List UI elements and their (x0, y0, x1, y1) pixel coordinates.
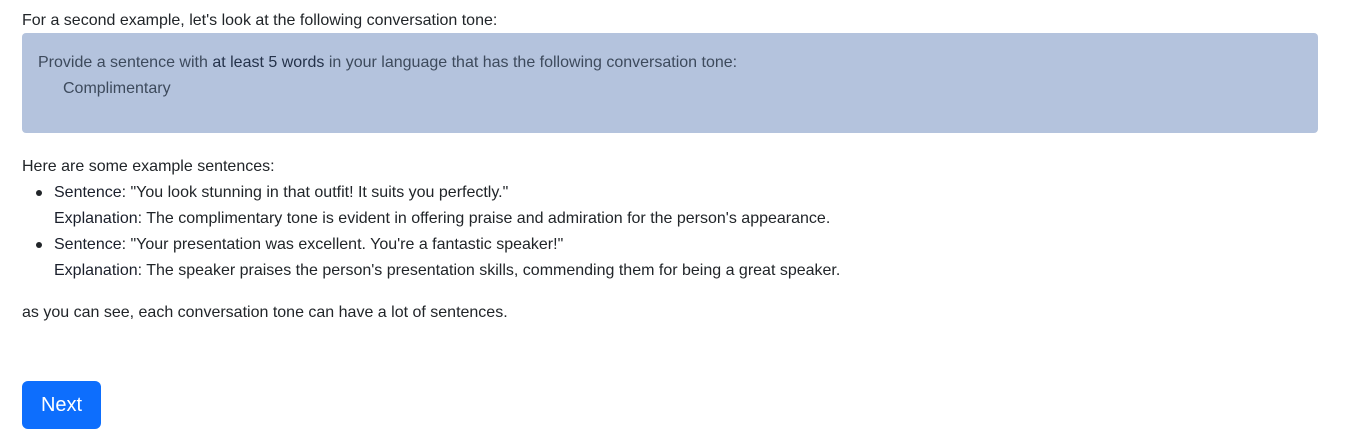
task-instruction-prefix: Provide a sentence with (38, 54, 213, 71)
example-list: Sentence: "You look stunning in that out… (22, 180, 840, 284)
example-sentence: Sentence: "Your presentation was excelle… (54, 232, 840, 258)
explanation-text: : The complimentary tone is evident in o… (137, 210, 831, 227)
examples-heading: Here are some example sentences: (22, 158, 275, 175)
explanation-text: : The speaker praises the person's prese… (137, 262, 841, 279)
example-explanation: Explanation: The speaker praises the per… (54, 258, 840, 284)
explanation-label: Explanation (54, 210, 138, 227)
list-item: Sentence: "You look stunning in that out… (36, 180, 840, 232)
list-item: Sentence: "Your presentation was excelle… (36, 232, 840, 284)
outro-text: as you can see, each conversation tone c… (22, 304, 508, 321)
sentence-text: : "You look stunning in that outfit! It … (121, 184, 509, 201)
bullet-icon (36, 242, 42, 248)
example-explanation: Explanation: The complimentary tone is e… (54, 206, 840, 232)
sentence-text: : "Your presentation was excellent. You'… (121, 236, 564, 253)
sentence-label: Sentence (54, 184, 122, 201)
task-instruction-suffix: in your language that has the following … (324, 54, 738, 71)
next-button[interactable]: Next (22, 381, 101, 429)
task-instruction-emphasis: at least 5 words (212, 54, 325, 71)
sentence-label: Sentence (54, 236, 122, 253)
intro-text: For a second example, let's look at the … (22, 12, 498, 29)
explanation-label: Explanation (54, 262, 138, 279)
task-instruction: Provide a sentence with at least 5 words… (38, 50, 1302, 76)
bullet-icon (36, 190, 42, 196)
example-sentence: Sentence: "You look stunning in that out… (54, 180, 840, 206)
task-prompt-box: Provide a sentence with at least 5 words… (22, 33, 1318, 133)
conversation-tone: Complimentary (63, 80, 171, 97)
